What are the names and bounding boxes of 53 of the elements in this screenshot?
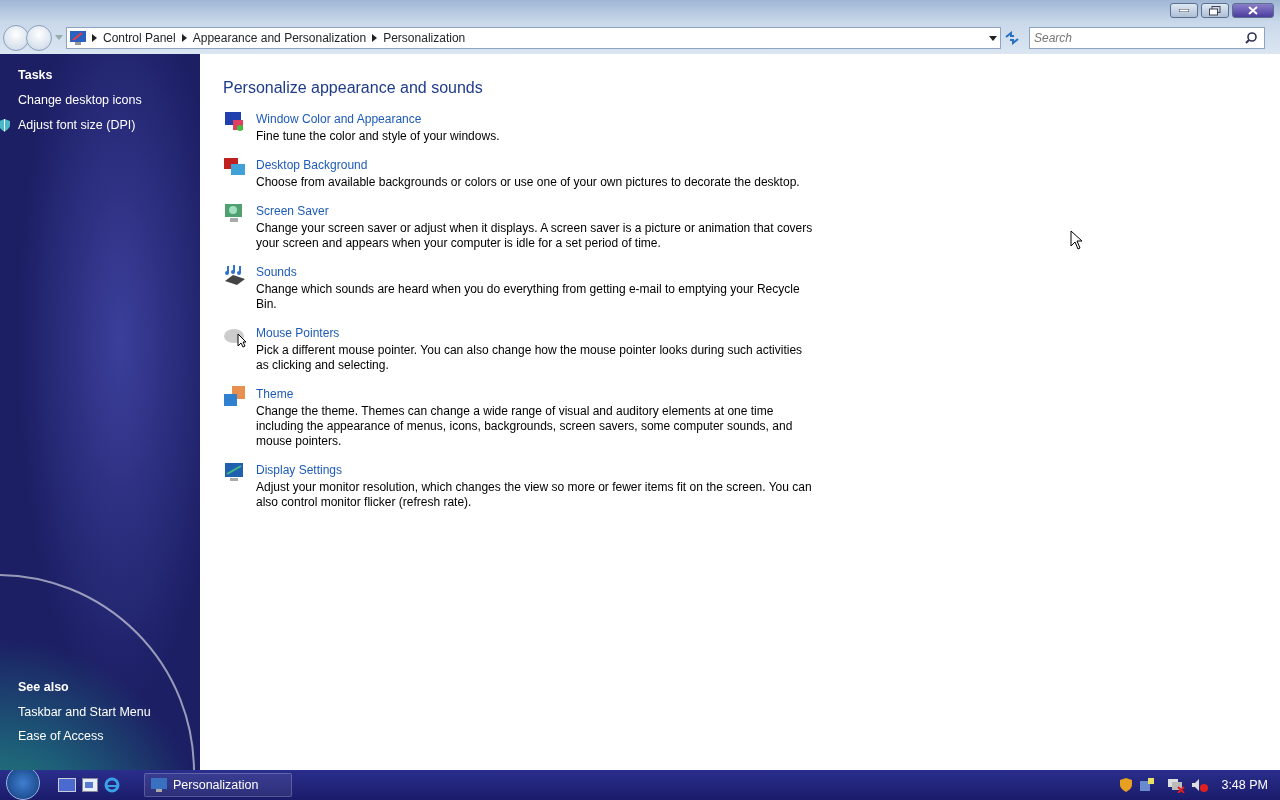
- breadcrumb-item[interactable]: Personalization: [383, 29, 466, 47]
- close-button[interactable]: [1232, 3, 1274, 18]
- network-icon[interactable]: [1167, 777, 1186, 793]
- close-icon[interactable]: [1248, 6, 1258, 15]
- item-link[interactable]: Theme: [256, 385, 294, 404]
- sidebar-link[interactable]: Adjust font size (DPI): [18, 115, 136, 135]
- item-link[interactable]: Mouse Pointers: [256, 324, 340, 343]
- sidebar-link[interactable]: Change desktop icons: [18, 90, 142, 110]
- item-description: Change the theme. Themes can change a wide range of visual and auditory elements at one time including the appearance of menus, icons, backgrounds, screen savers, some computer sounds, and mouse pointers.: [256, 404, 794, 449]
- refresh-icon[interactable]: [1004, 31, 1020, 45]
- search-icon[interactable]: [1245, 32, 1257, 44]
- clock: 3:48 PM: [1221, 776, 1268, 794]
- volume-muted-icon[interactable]: [1191, 777, 1210, 793]
- chevron-icon[interactable]: [372, 34, 378, 42]
- sidebar-link[interactable]: Ease of Access: [18, 727, 104, 746]
- music-notes-icon: [223, 263, 247, 287]
- control-panel-icon: [70, 31, 86, 45]
- minimize-button[interactable]: [1170, 3, 1198, 18]
- monitor-icon: [151, 778, 167, 792]
- cursor-icon: [1070, 230, 1084, 250]
- item-link[interactable]: Desktop Background: [256, 156, 368, 175]
- item-description: Adjust your monitor resolution, which changes the view so more or fewer items fit on the screen. You can also control monitor flicker (refresh rate).: [256, 480, 813, 510]
- minimize-icon[interactable]: [1179, 9, 1189, 12]
- item-description: Change which sounds are heard when you do everything from getting e-mail to emptying your Recycle Bin.: [256, 282, 801, 312]
- page-heading: Personalize appearance and sounds: [223, 78, 484, 98]
- sidebar-link[interactable]: Taskbar and Start Menu: [18, 702, 151, 722]
- sidebar-heading: Tasks: [18, 67, 54, 84]
- taskbar-window-button[interactable]: Personalization: [144, 773, 292, 797]
- item-description: Pick a different mouse pointer. You can also change how the mouse pointer looks during such activities as clicking and selecting.: [256, 343, 804, 373]
- item-description: Choose from available backgrounds or colors or use one of your own pictures to decorate the desktop.: [256, 175, 801, 190]
- breadcrumb-item[interactable]: Appearance and Personalization: [192, 29, 367, 47]
- tray-icon[interactable]: [1139, 777, 1156, 793]
- windows-icon[interactable]: [82, 778, 98, 792]
- item-description: Fine tune the color and style of your windows.: [256, 129, 501, 144]
- shield-icon[interactable]: [1119, 777, 1134, 793]
- desktop-icon[interactable]: [58, 778, 76, 792]
- address-field[interactable]: Control Panel Appearance and Personalization Personalization: [66, 27, 1001, 49]
- item-description: Change your screen saver or adjust when it displays. A screen saver is a picture or animation that covers your screen and appears when your computer is idle for a set period of time.: [256, 221, 814, 251]
- shield-icon: [0, 117, 11, 132]
- browser-icon[interactable]: [104, 777, 120, 793]
- item-link[interactable]: Screen Saver: [256, 202, 329, 221]
- item-link[interactable]: Display Settings: [256, 461, 343, 480]
- restore-button[interactable]: [1201, 3, 1229, 18]
- item-link[interactable]: Sounds: [256, 263, 297, 282]
- sidebar-heading: See also: [18, 678, 70, 696]
- breadcrumb-item[interactable]: Control Panel: [103, 29, 176, 47]
- pictures-icon: [223, 385, 247, 409]
- search-field[interactable]: Search: [1029, 27, 1265, 49]
- restore-icon[interactable]: [1209, 5, 1221, 16]
- dropdown-icon[interactable]: [989, 35, 997, 41]
- chevron-icon[interactable]: [92, 34, 97, 42]
- chevron-icon[interactable]: [181, 34, 187, 42]
- item-link[interactable]: Window Color and Appearance: [256, 110, 422, 129]
